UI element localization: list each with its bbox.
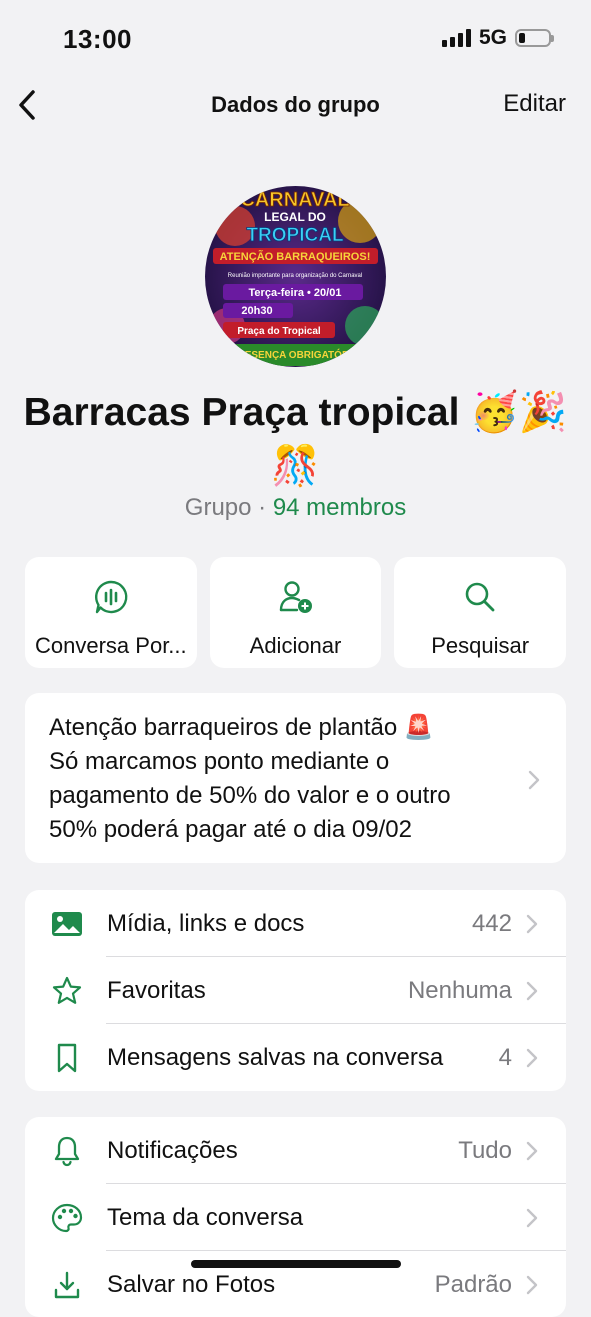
search-button[interactable]: Pesquisar <box>394 557 567 668</box>
group-meta: Grupo · 94 membros <box>0 494 591 522</box>
search-icon <box>460 577 500 617</box>
poster-line-4: ATENÇÃO BARRAQUEIROS! <box>220 250 371 263</box>
description-line: pagamento de 50% do valor e o outro <box>49 782 451 809</box>
description-line: Atenção barraqueiros de plantão 🚨 <box>49 714 434 741</box>
palette-icon <box>47 1198 87 1238</box>
group-name: Barracas Praça tropical 🥳🎉🎊 <box>23 391 568 488</box>
poster-line-1: CARNAVAL <box>240 189 349 211</box>
row-label: Favoritas <box>107 976 206 1004</box>
signal-icon <box>441 29 471 47</box>
poster-line-8: Praça do Tropical <box>237 326 321 337</box>
row-label: Mídia, links e docs <box>107 909 305 937</box>
settings-section: Notificações Tudo Tema da conversa Salva… <box>25 1117 566 1317</box>
chevron-right-icon <box>526 914 540 934</box>
row-label: Tema da conversa <box>107 1203 304 1231</box>
add-member-label: Adicionar <box>249 633 342 658</box>
bookmark-icon <box>47 1038 87 1078</box>
group-description[interactable]: Atenção barraqueiros de plantão 🚨 Só mar… <box>25 693 566 863</box>
voice-chat-button[interactable]: Conversa Por... <box>25 557 197 668</box>
meta-separator: · <box>251 494 273 521</box>
chevron-right-icon <box>526 1141 540 1161</box>
description-line: Só marcamos ponto mediante o <box>49 748 390 775</box>
favorites-row[interactable]: Favoritas Nenhuma <box>25 957 566 1024</box>
saved-messages-row[interactable]: Mensagens salvas na conversa 4 <box>25 1024 566 1091</box>
notifications-row[interactable]: Notificações Tudo <box>25 1117 566 1184</box>
battery-icon <box>515 29 554 47</box>
row-value: 4 <box>498 1043 512 1071</box>
row-value: Nenhuma <box>407 976 512 1004</box>
chat-theme-row[interactable]: Tema da conversa <box>25 1184 566 1251</box>
row-label: Mensagens salvas na conversa <box>107 1043 444 1071</box>
chevron-right-icon <box>526 1275 540 1295</box>
network-type: 5G <box>478 26 507 49</box>
edit-button[interactable]: Editar <box>503 90 566 118</box>
row-value: Padrão <box>434 1270 512 1298</box>
download-icon <box>47 1265 87 1305</box>
row-value: Tudo <box>458 1136 512 1164</box>
carnival-poster-image: CARNAVAL LEGAL DO TROPICAL ATENÇÃO BARRA… <box>205 186 386 367</box>
poster-line-7: 20h30 <box>241 305 272 317</box>
action-buttons: Conversa Por... Adicionar Pesquisar <box>25 557 567 668</box>
search-label: Pesquisar <box>431 633 530 658</box>
photo-icon <box>47 904 87 944</box>
poster-line-5: Reunião importante para organização do C… <box>228 273 362 279</box>
poster-line-3: TROPICAL <box>246 225 344 246</box>
chevron-right-icon <box>526 1048 540 1068</box>
media-links-docs-row[interactable]: Mídia, links e docs 442 <box>25 890 566 957</box>
row-value: 442 <box>471 909 512 937</box>
chevron-right-icon <box>526 1208 540 1228</box>
group-avatar[interactable]: CARNAVAL LEGAL DO TROPICAL ATENÇÃO BARRA… <box>205 186 386 367</box>
media-section: Mídia, links e docs 442 Favoritas Nenhum… <box>25 890 566 1091</box>
star-icon <box>47 971 87 1011</box>
poster-line-9: PRESENÇA OBRIGATÓRIA <box>231 348 359 361</box>
voice-chat-icon <box>91 577 131 617</box>
row-label: Salvar no Fotos <box>107 1270 276 1298</box>
poster-line-2: LEGAL DO <box>264 210 326 224</box>
members-link[interactable]: 94 membros <box>273 494 406 521</box>
group-type: Grupo <box>184 494 252 521</box>
bell-icon <box>47 1131 87 1171</box>
description-line: 50% poderá pagar até o dia 09/02 <box>49 816 412 843</box>
add-member-button[interactable]: Adicionar <box>209 557 382 668</box>
add-person-icon <box>276 577 316 617</box>
row-label: Notificações <box>107 1136 238 1164</box>
poster-line-6: Terça-feira • 20/01 <box>249 287 342 299</box>
status-time: 13:00 <box>63 24 132 54</box>
chevron-right-icon <box>528 770 540 790</box>
home-indicator[interactable] <box>191 1260 401 1268</box>
voice-chat-label: Conversa Por... <box>35 633 187 658</box>
status-indicators: 5G <box>441 26 554 50</box>
chevron-right-icon <box>526 981 540 1001</box>
